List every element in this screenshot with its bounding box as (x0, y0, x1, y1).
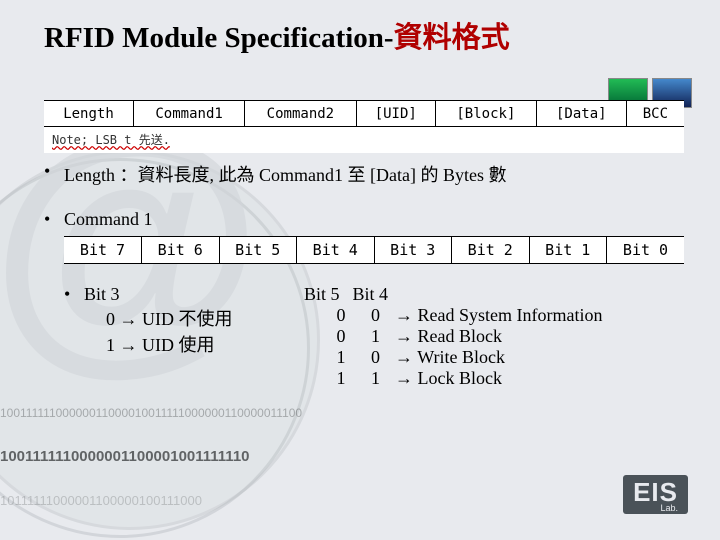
slide-content: RFID Module Specification-資料格式 Length Co… (0, 0, 720, 389)
arrow-icon: → (120, 309, 138, 329)
arrow-icon: → (395, 347, 413, 367)
field-bcc: BCC (626, 101, 684, 127)
slide-title: RFID Module Specification-資料格式 (44, 14, 684, 56)
field-command1: Command1 (133, 101, 244, 127)
bit54-header: Bit 5 Bit 4 (304, 284, 684, 305)
bit3-line-1: 1 → UID 使用 (84, 331, 304, 357)
arrow-icon: → (395, 305, 413, 325)
bit3-v0: 0 (106, 309, 115, 329)
arrow-icon: → (120, 335, 138, 355)
r1-text: Read Block (418, 326, 502, 346)
title-black: RFID Module Specification- (44, 22, 394, 54)
command1-bits-table: Bit 7 Bit 6 Bit 5 Bit 4 Bit 3 Bit 2 Bit … (64, 236, 684, 264)
binary-decoration: 1001111110000001100001001111100000011000… (0, 377, 302, 522)
arrow-icon: → (395, 368, 413, 388)
bit4-h: Bit 4 (353, 284, 389, 304)
bit3-v1: 1 (106, 335, 115, 355)
bit3-t1: UID 使用 (142, 335, 215, 355)
r3-b5: 1 (326, 368, 356, 389)
packet-format-table: Length Command1 Command2 [UID] [Block] [… (44, 100, 684, 153)
bit54-row-0: 0 0 → Read System Information (304, 305, 684, 326)
bit3-line-0: 0 → UID 不使用 (84, 305, 304, 331)
bit3-column: Bit 3 0 → UID 不使用 1 → UID 使用 (84, 284, 304, 389)
binary-line-1: 1001111110000001100001001111100000011000… (0, 407, 302, 420)
field-length: Length (44, 101, 133, 127)
packet-fields-row: Length Command1 Command2 [UID] [Block] [… (44, 101, 684, 127)
bit3-title: Bit 3 (84, 284, 304, 305)
bit0: Bit 0 (607, 236, 685, 263)
bit1: Bit 1 (529, 236, 607, 263)
bit5-h: Bit 5 (304, 284, 348, 305)
field-uid: [UID] (356, 101, 435, 127)
r0-b4: 0 (361, 305, 391, 326)
r0-b5: 0 (326, 305, 356, 326)
bit3: Bit 3 (374, 236, 452, 263)
bit3-t0: UID 不使用 (142, 309, 233, 329)
r1-b4: 1 (361, 326, 391, 347)
r1-b5: 0 (326, 326, 356, 347)
bit54-column: Bit 5 Bit 4 0 0 → Read System Informatio… (304, 284, 684, 389)
title-red: 資料格式 (394, 22, 510, 54)
bullet-command1: Command 1 (44, 209, 684, 230)
r2-b5: 1 (326, 347, 356, 368)
r3-text: Lock Block (418, 368, 502, 388)
r3-b4: 1 (361, 368, 391, 389)
eis-logo: EIS Lab. (623, 475, 688, 514)
packet-note: Note; LSB t 先送. (52, 133, 170, 147)
bit54-row-1: 0 1 → Read Block (304, 326, 684, 347)
bullet-length: Length ：資料長度, 此為 Command1 至 [Data] 的 Byt… (44, 161, 684, 187)
binary-line-2: 1001111110000001100001001111110 (0, 449, 302, 465)
bit7: Bit 7 (64, 236, 142, 263)
field-command2: Command2 (245, 101, 356, 127)
bit2: Bit 2 (452, 236, 530, 263)
bit54-row-2: 1 0 → Write Block (304, 347, 684, 368)
bit54-row-3: 1 1 → Lock Block (304, 368, 684, 389)
bit-spec-row: Bit 3 0 → UID 不使用 1 → UID 使用 Bit 5 Bit 4… (64, 284, 684, 389)
bits-header-row: Bit 7 Bit 6 Bit 5 Bit 4 Bit 3 Bit 2 Bit … (64, 236, 684, 263)
bit4: Bit 4 (297, 236, 375, 263)
note-row: Note; LSB t 先送. (44, 127, 684, 153)
r2-b4: 0 (361, 347, 391, 368)
bit6: Bit 6 (142, 236, 220, 263)
field-block: [Block] (436, 101, 537, 127)
r0-text: Read System Information (418, 305, 603, 325)
field-data: [Data] (536, 101, 626, 127)
binary-line-3: 10111111000001100000100111000 (0, 494, 302, 508)
r2-text: Write Block (417, 347, 505, 367)
bit5: Bit 5 (219, 236, 297, 263)
arrow-icon: → (395, 326, 413, 346)
